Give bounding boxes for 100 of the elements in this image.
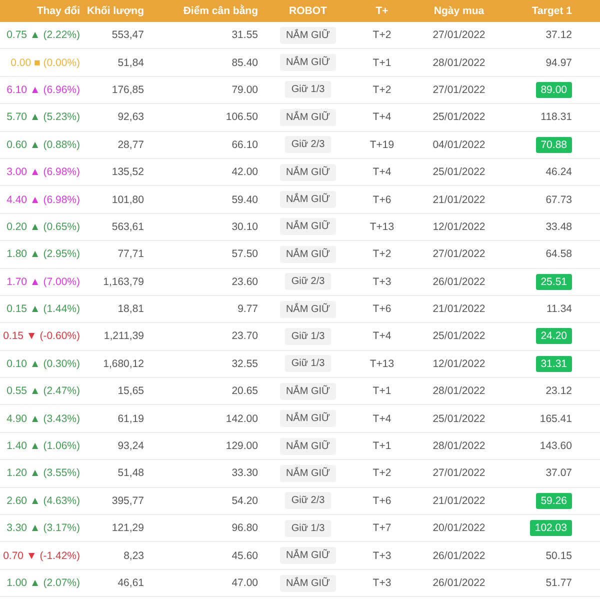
robot-badge: NẮM GIỮ xyxy=(280,574,336,592)
target-cell: 165.41 xyxy=(540,412,572,425)
price-change: 0.70 ▼ (-1.42%) xyxy=(3,550,80,562)
balance-cell: 32.55 xyxy=(232,358,258,370)
buy-date: 28/01/2022 xyxy=(432,385,486,398)
buy-date: 27/01/2022 xyxy=(432,84,486,96)
column-header[interactable]: Target 1 xyxy=(510,5,574,17)
balance-cell: 47.00 xyxy=(232,577,258,589)
robot-badge: NẮM GIỮ xyxy=(280,300,336,318)
buy-date: 21/01/2022 xyxy=(432,303,486,316)
robot-badge: NẮM GIỮ xyxy=(280,108,336,126)
volume-cell: 51,48 xyxy=(118,467,144,480)
target-cell: 67.73 xyxy=(546,194,572,206)
volume-cell: 28,77 xyxy=(118,138,144,151)
robot-badge: Giữ 2/3 xyxy=(285,492,331,510)
balance-cell: 54.20 xyxy=(232,494,258,507)
t-plus-cell: T+13 xyxy=(370,220,394,233)
buy-date: 26/01/2022 xyxy=(432,276,486,288)
balance-cell: 59.40 xyxy=(232,194,258,206)
robot-badge: Giữ 1/3 xyxy=(285,328,331,345)
volume-cell: 92,63 xyxy=(118,111,144,124)
buy-date: 25/01/2022 xyxy=(432,330,486,342)
column-header[interactable]: T+ xyxy=(356,5,408,17)
price-change: 0.60 ▲ (0.88%) xyxy=(6,138,80,151)
buy-date: 25/01/2022 xyxy=(432,166,486,178)
t-plus-cell: T+6 xyxy=(372,194,392,206)
target-cell: 50.15 xyxy=(546,550,572,562)
robot-badge: NẮM GIỮ xyxy=(280,382,336,400)
price-change: 1.00 ▲ (2.07%) xyxy=(6,577,80,589)
balance-cell: 23.60 xyxy=(232,276,258,288)
balance-cell: 23.70 xyxy=(232,330,258,342)
balance-cell: 129.00 xyxy=(226,440,258,452)
buy-date: 21/01/2022 xyxy=(432,194,486,206)
column-header[interactable]: ROBOT xyxy=(260,5,356,17)
t-plus-cell: T+1 xyxy=(372,56,392,69)
volume-cell: 51,84 xyxy=(118,56,144,69)
price-change: 2.60 ▲ (4.63%) xyxy=(6,494,80,507)
price-change: 1.20 ▲ (3.55%) xyxy=(6,467,80,480)
price-change: 4.40 ▲ (6.98%) xyxy=(6,194,80,206)
balance-cell: 66.10 xyxy=(232,138,258,151)
t-plus-cell: T+7 xyxy=(372,522,392,534)
t-plus-cell: T+6 xyxy=(372,303,392,316)
t-plus-cell: T+4 xyxy=(372,330,392,342)
volume-cell: 176,85 xyxy=(112,84,144,96)
price-change: 5.70 ▲ (5.23%) xyxy=(6,111,80,124)
target-cell: 23.12 xyxy=(546,385,572,398)
target-cell: 94.97 xyxy=(546,56,572,69)
buy-date: 27/01/2022 xyxy=(432,29,486,42)
t-plus-cell: T+4 xyxy=(372,111,392,124)
robot-badge: NẮM GIỮ xyxy=(280,164,336,181)
target-badge: 89.00 xyxy=(536,82,572,98)
volume-cell: 77,71 xyxy=(118,248,144,260)
robot-badge: NẮM GIỮ xyxy=(280,26,336,44)
buy-date: 28/01/2022 xyxy=(432,56,486,69)
column-header[interactable]: Khối lượng xyxy=(82,5,146,17)
robot-badge: Giữ 2/3 xyxy=(285,273,331,290)
balance-cell: 57.50 xyxy=(232,248,258,260)
robot-badge: NẮM GIỮ xyxy=(280,246,336,263)
t-plus-cell: T+13 xyxy=(370,358,394,370)
column-header[interactable]: Ngày mua xyxy=(408,5,510,17)
balance-cell: 96.80 xyxy=(232,522,258,534)
buy-date: 04/01/2022 xyxy=(432,138,486,151)
t-plus-cell: T+3 xyxy=(372,577,392,589)
price-change: 0.20 ▲ (0.65%) xyxy=(6,220,80,233)
target-cell: 46.24 xyxy=(546,166,572,178)
volume-cell: 1,211,39 xyxy=(104,330,144,342)
robot-badge: Giữ 2/3 xyxy=(285,136,331,154)
t-plus-cell: T+4 xyxy=(372,166,392,178)
robot-badge: NẮM GIỮ xyxy=(280,54,336,72)
balance-cell: 9.77 xyxy=(238,303,258,316)
target-cell: 143.60 xyxy=(540,440,572,452)
robot-badge: Giữ 1/3 xyxy=(285,81,331,98)
volume-cell: 93,24 xyxy=(118,440,144,452)
balance-cell: 42.00 xyxy=(232,166,258,178)
balance-cell: 79.00 xyxy=(232,84,258,96)
column-header[interactable]: Điểm cân bằng xyxy=(146,5,260,17)
t-plus-cell: T+19 xyxy=(370,138,394,151)
balance-cell: 85.40 xyxy=(232,56,258,69)
target-badge: 25.51 xyxy=(536,274,572,290)
t-plus-cell: T+2 xyxy=(372,84,392,96)
target-cell: 64.58 xyxy=(546,248,572,260)
volume-cell: 553,47 xyxy=(112,29,144,42)
t-plus-cell: T+2 xyxy=(372,248,392,260)
buy-date: 28/01/2022 xyxy=(432,440,486,452)
price-change: 3.00 ▲ (6.98%) xyxy=(6,166,80,178)
robot-badge: NẮM GIỮ xyxy=(280,547,336,564)
target-cell: 33.48 xyxy=(546,220,572,233)
balance-cell: 106.50 xyxy=(226,111,258,124)
volume-cell: 61,19 xyxy=(118,412,144,425)
robot-badge: Giữ 1/3 xyxy=(285,520,331,537)
price-change: 1.70 ▲ (7.00%) xyxy=(6,276,80,288)
target-cell: 37.07 xyxy=(546,467,572,480)
volume-cell: 18,81 xyxy=(118,303,144,316)
volume-cell: 1,680,12 xyxy=(103,358,144,370)
target-badge: 102.03 xyxy=(530,520,572,536)
buy-date: 26/01/2022 xyxy=(432,577,486,589)
balance-cell: 45.60 xyxy=(232,550,258,562)
target-cell: 37.12 xyxy=(546,29,572,42)
column-header[interactable]: Thay đổi xyxy=(0,5,82,17)
target-badge: 70.88 xyxy=(536,136,572,153)
